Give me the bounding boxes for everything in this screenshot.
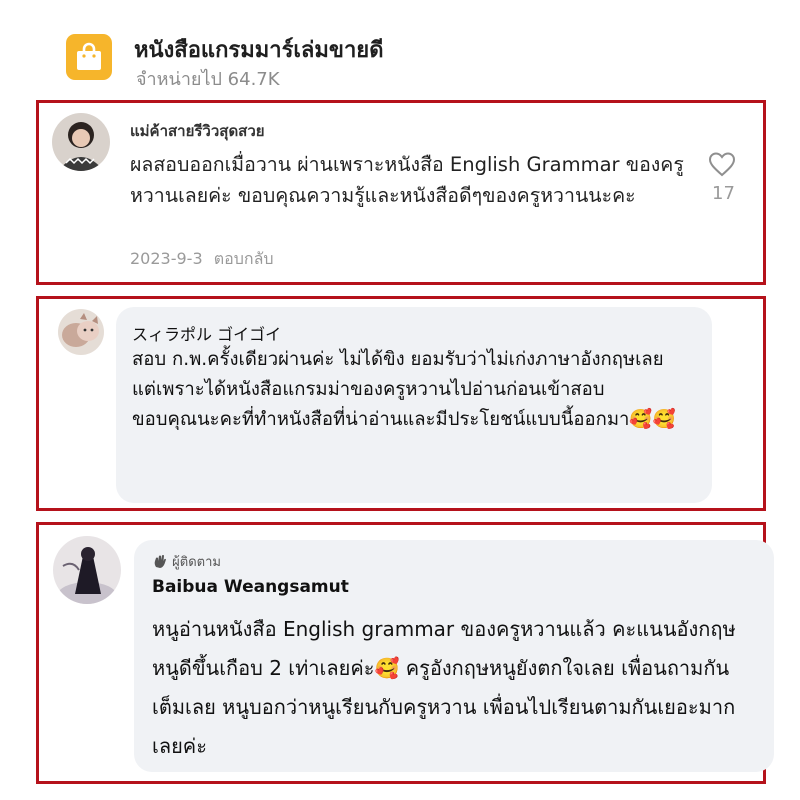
- follower-badge: ผู้ติดตาม: [152, 551, 221, 573]
- waving-hand-icon: [152, 553, 168, 573]
- review-date-1: 2023-9-3: [130, 249, 203, 268]
- review-meta-1: 2023-9-3 ตอบกลับ: [130, 247, 274, 272]
- sold-count: จำหน่ายไป 64.7K: [136, 69, 280, 90]
- reply-link-1[interactable]: ตอบกลับ: [214, 249, 274, 268]
- like-count-1: 17: [712, 183, 735, 204]
- reviewer-avatar-1[interactable]: [52, 113, 110, 171]
- shopping-bag-icon: [66, 34, 112, 80]
- reviewer-name-1[interactable]: แม่ค้าสายรีวิวสุดสวย: [130, 119, 265, 143]
- heart-outline-icon[interactable]: [708, 151, 736, 181]
- follower-badge-label: ผู้ติดตาม: [172, 555, 221, 570]
- review-text-1: ผลสอบออกเมื่อวาน ผ่านเพราะหนังสือ Englis…: [130, 153, 684, 207]
- review-text-3: หนูอ่านหนังสือ English grammar ของครูหวา…: [152, 617, 736, 758]
- review-text-2: สอบ ก.พ.ครั้งเดียวผ่านค่ะ ไม่ได้ขิง ยอมร…: [132, 349, 676, 430]
- reviewer-name-2[interactable]: スィラポル ゴイゴイ: [132, 321, 281, 345]
- reviewer-avatar-2[interactable]: [58, 309, 104, 355]
- reviewer-avatar-3[interactable]: [53, 536, 121, 604]
- product-title: หนังสือแกรมมาร์เล่มขายดี: [134, 38, 384, 63]
- reviewer-name-3[interactable]: Baibua Weangsamut: [152, 577, 349, 597]
